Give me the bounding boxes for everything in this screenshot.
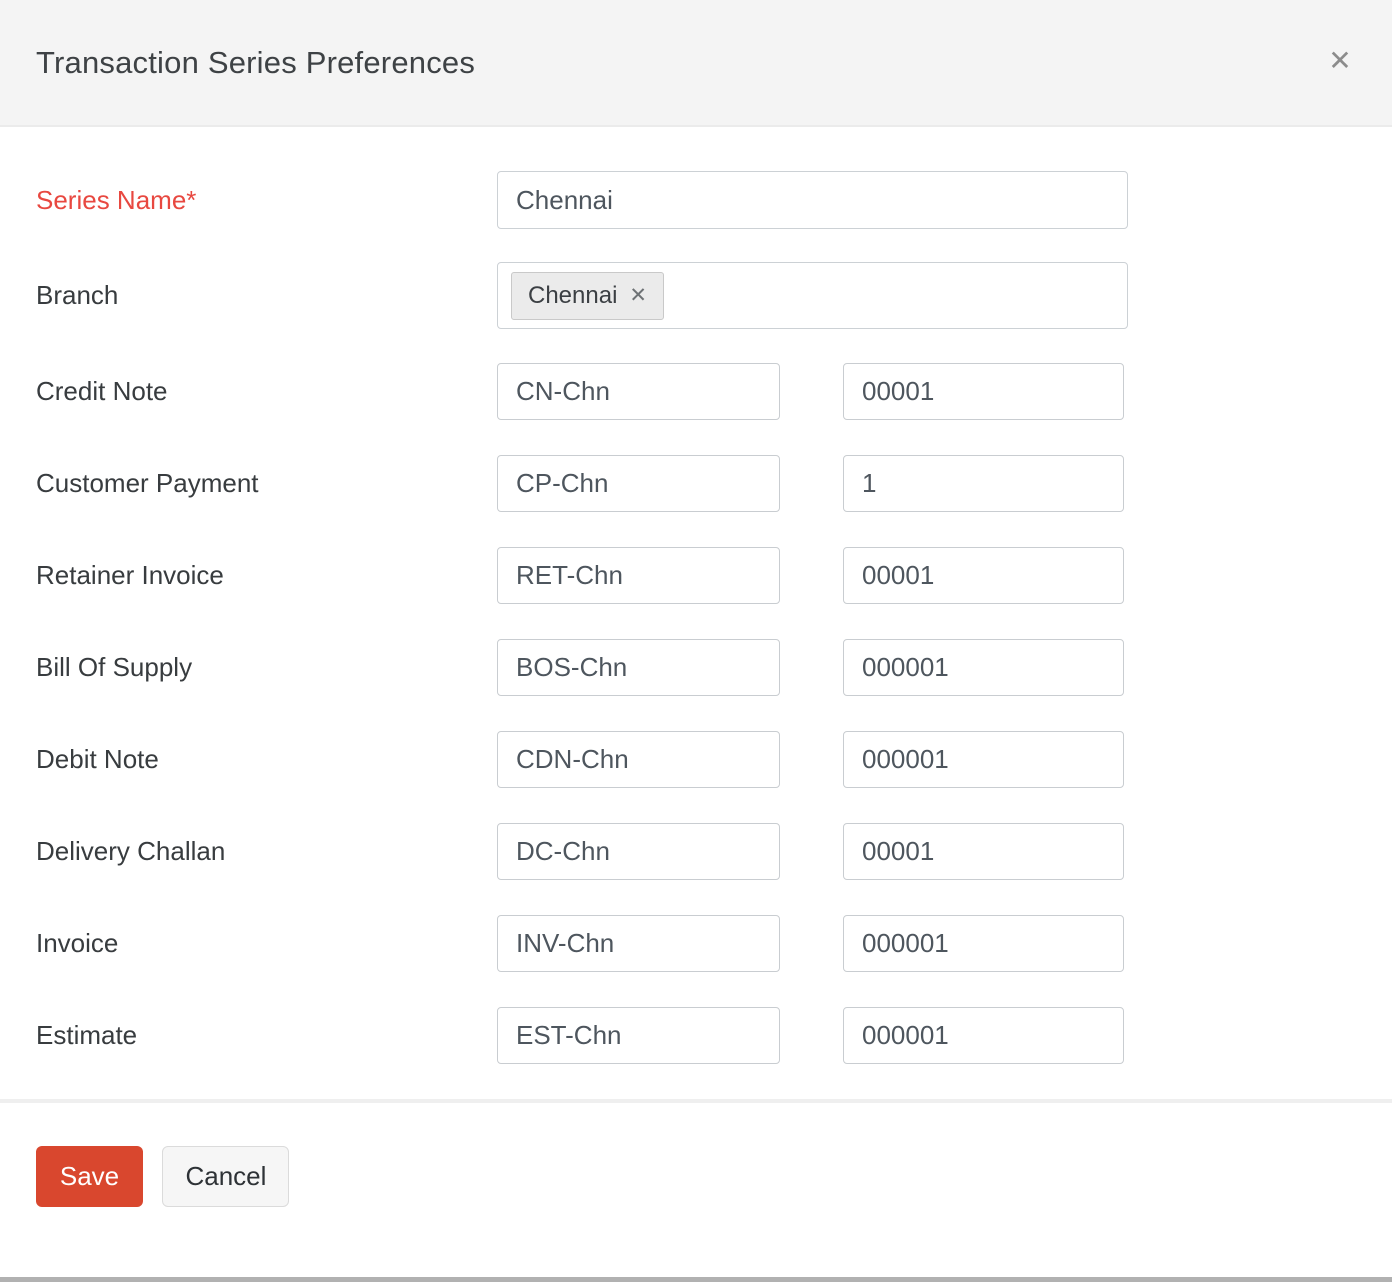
debit-note-prefix-input[interactable] (497, 731, 780, 788)
debit-note-label: Debit Note (36, 744, 497, 775)
delivery-challan-row: Delivery Challan (36, 823, 1356, 880)
invoice-label: Invoice (36, 928, 497, 959)
branch-row: Branch Chennai ✕ (36, 262, 1356, 329)
invoice-row: Invoice (36, 915, 1356, 972)
required-asterisk: * (186, 185, 196, 215)
series-name-label: Series Name* (36, 185, 497, 216)
retainer-invoice-row: Retainer Invoice (36, 547, 1356, 604)
branch-tag-remove-icon[interactable]: ✕ (629, 285, 647, 306)
close-icon[interactable]: ✕ (1318, 38, 1362, 82)
branch-tag-label: Chennai (528, 282, 617, 310)
branch-label: Branch (36, 280, 497, 311)
bill-of-supply-prefix-input[interactable] (497, 639, 780, 696)
branch-multiselect-input[interactable]: Chennai ✕ (497, 262, 1128, 329)
series-name-input[interactable] (497, 171, 1128, 229)
delivery-challan-label: Delivery Challan (36, 836, 497, 867)
customer-payment-prefix-input[interactable] (497, 455, 780, 512)
estimate-prefix-input[interactable] (497, 1007, 780, 1064)
series-name-row: Series Name* (36, 171, 1356, 229)
invoice-prefix-input[interactable] (497, 915, 780, 972)
series-name-label-text: Series Name (36, 185, 186, 215)
credit-note-prefix-input[interactable] (497, 363, 780, 420)
cancel-button[interactable]: Cancel (162, 1146, 289, 1207)
credit-note-label: Credit Note (36, 376, 497, 407)
invoice-number-input[interactable] (843, 915, 1124, 972)
retainer-invoice-prefix-input[interactable] (497, 547, 780, 604)
bill-of-supply-row: Bill Of Supply (36, 639, 1356, 696)
bottom-edge-divider (0, 1277, 1392, 1282)
save-button[interactable]: Save (36, 1146, 143, 1207)
estimate-label: Estimate (36, 1020, 497, 1051)
customer-payment-row: Customer Payment (36, 455, 1356, 512)
modal-header: Transaction Series Preferences ✕ (0, 0, 1392, 127)
credit-note-row: Credit Note (36, 363, 1356, 420)
modal-footer: Save Cancel (0, 1099, 1392, 1207)
bill-of-supply-label: Bill Of Supply (36, 652, 497, 683)
delivery-challan-number-input[interactable] (843, 823, 1124, 880)
debit-note-number-input[interactable] (843, 731, 1124, 788)
modal-body: Series Name* Branch Chennai ✕ Credit Not… (0, 127, 1392, 1064)
branch-tag: Chennai ✕ (511, 272, 664, 320)
modal-title: Transaction Series Preferences (36, 45, 475, 81)
credit-note-number-input[interactable] (843, 363, 1124, 420)
retainer-invoice-number-input[interactable] (843, 547, 1124, 604)
bill-of-supply-number-input[interactable] (843, 639, 1124, 696)
retainer-invoice-label: Retainer Invoice (36, 560, 497, 591)
estimate-number-input[interactable] (843, 1007, 1124, 1064)
customer-payment-number-input[interactable] (843, 455, 1124, 512)
debit-note-row: Debit Note (36, 731, 1356, 788)
customer-payment-label: Customer Payment (36, 468, 497, 499)
delivery-challan-prefix-input[interactable] (497, 823, 780, 880)
estimate-row: Estimate (36, 1007, 1356, 1064)
